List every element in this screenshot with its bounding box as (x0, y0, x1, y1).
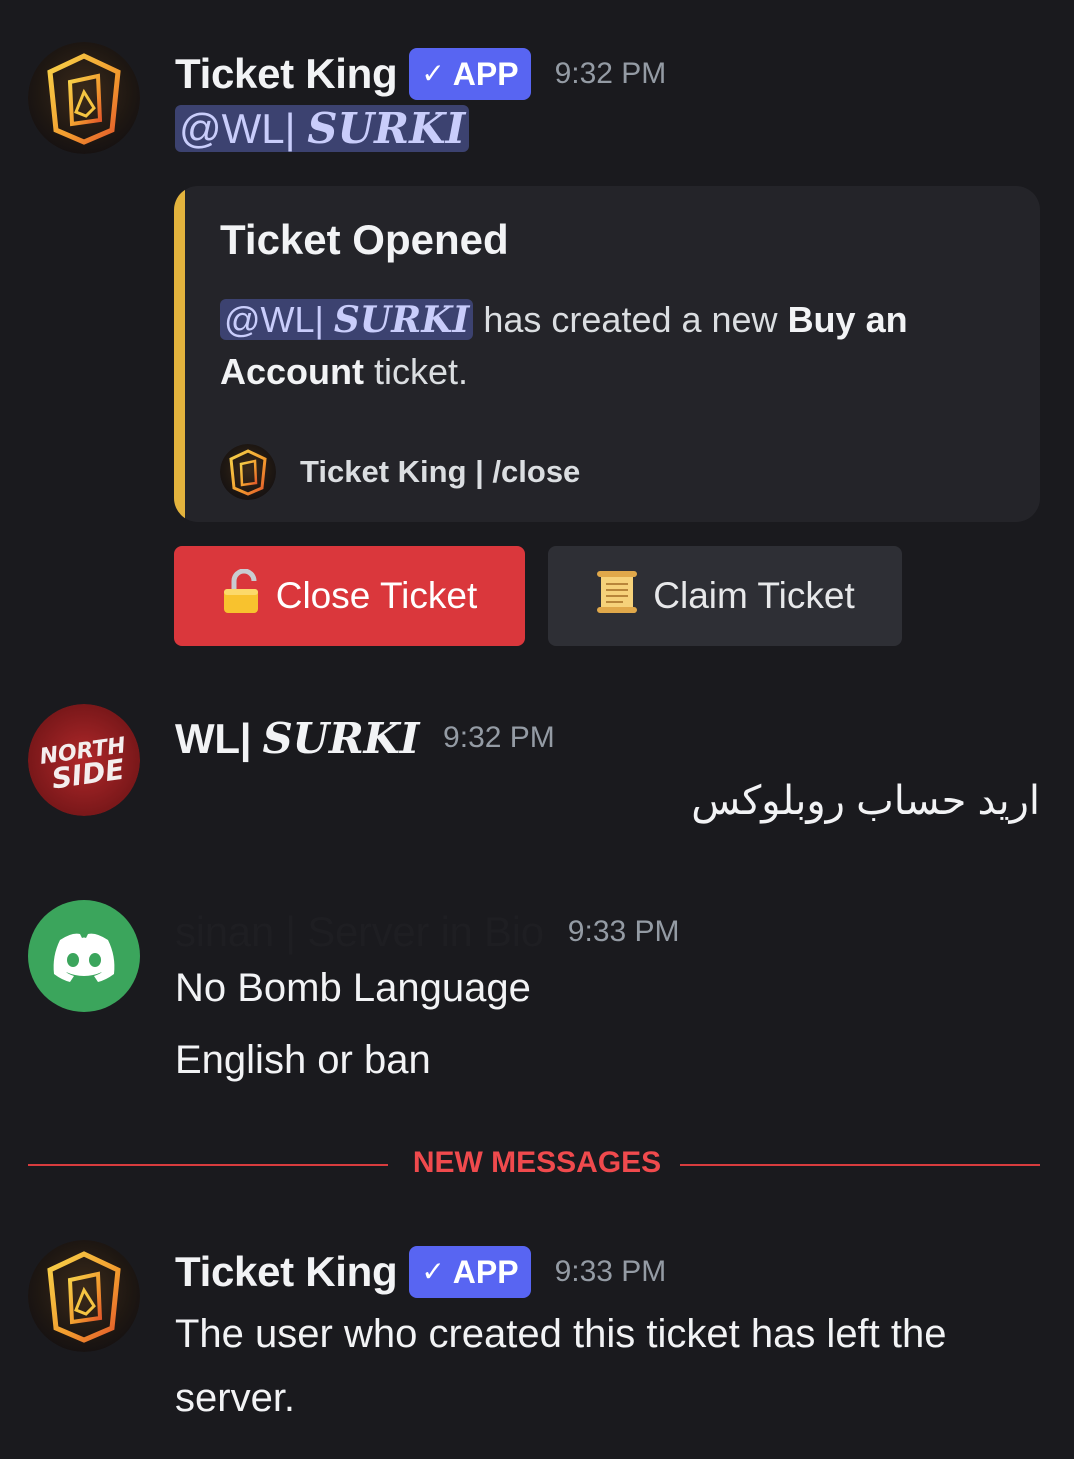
footer-text: Ticket King | /close (300, 454, 581, 489)
ticket-embed: Ticket Opened @WL| SURKI has created a n… (174, 186, 1040, 522)
embed-description: @WL| SURKI has created a new Buy an Acco… (220, 299, 908, 392)
embed-footer: Ticket King | /close (220, 444, 580, 500)
message-line-2: English or ban (175, 1038, 431, 1082)
app-badge: ✓ APP (409, 48, 531, 100)
message-sinan: sinan | Server in Bio 9:33 PM No Bomb La… (0, 890, 1074, 1110)
timestamp: 9:32 PM (554, 57, 667, 90)
claim-ticket-label: Claim Ticket (653, 575, 855, 616)
embed-accent-bar (174, 186, 185, 522)
app-badge: ✓ APP (409, 1246, 531, 1298)
ticket-king-avatar[interactable] (28, 1240, 140, 1352)
timestamp: 9:33 PM (567, 915, 680, 948)
claim-ticket-button[interactable]: Claim Ticket (548, 546, 902, 646)
message-line-1: No Bomb Language (175, 966, 531, 1010)
close-ticket-button[interactable]: Close Ticket (174, 546, 525, 646)
new-messages-label: NEW MESSAGES (412, 1146, 662, 1179)
message-text: اريد حساب روبلوكس (691, 779, 1040, 823)
user-mention[interactable]: @WL| SURKI (175, 104, 470, 153)
scroll-icon (595, 569, 639, 624)
unlocked-padlock-icon (222, 568, 262, 624)
message-surki: NORTH SIDE WL| SURKI 9:32 PM اريد حساب ر… (0, 690, 1074, 850)
check-icon: ✓ (421, 1256, 445, 1287)
embed-title: Ticket Opened (220, 216, 509, 263)
new-messages-divider-right (680, 1164, 1040, 1166)
message-user-left: Ticket King ✓ APP 9:33 PM The user who cr… (0, 1230, 1074, 1450)
username[interactable]: WL| SURKI (175, 714, 419, 763)
username[interactable]: Ticket King (175, 50, 398, 98)
footer-avatar (220, 444, 276, 500)
north-side-avatar[interactable]: NORTH SIDE (28, 704, 140, 816)
discord-default-avatar[interactable] (28, 900, 140, 1012)
check-icon: ✓ (421, 58, 445, 89)
timestamp: 9:32 PM (443, 721, 555, 754)
username[interactable]: sinan | Server in Bio (175, 908, 544, 956)
timestamp: 9:33 PM (554, 1255, 667, 1288)
message-text: The user who created this ticket has lef… (175, 1312, 947, 1420)
message-ticket-opened: Ticket King ✓ APP 9:32 PM @WL| SURKI Tick… (0, 0, 1074, 660)
ticket-king-avatar[interactable] (28, 42, 140, 154)
close-ticket-label: Close Ticket (275, 575, 478, 616)
username[interactable]: Ticket King (175, 1248, 398, 1296)
embed-user-mention[interactable]: @WL| SURKI (220, 299, 474, 341)
